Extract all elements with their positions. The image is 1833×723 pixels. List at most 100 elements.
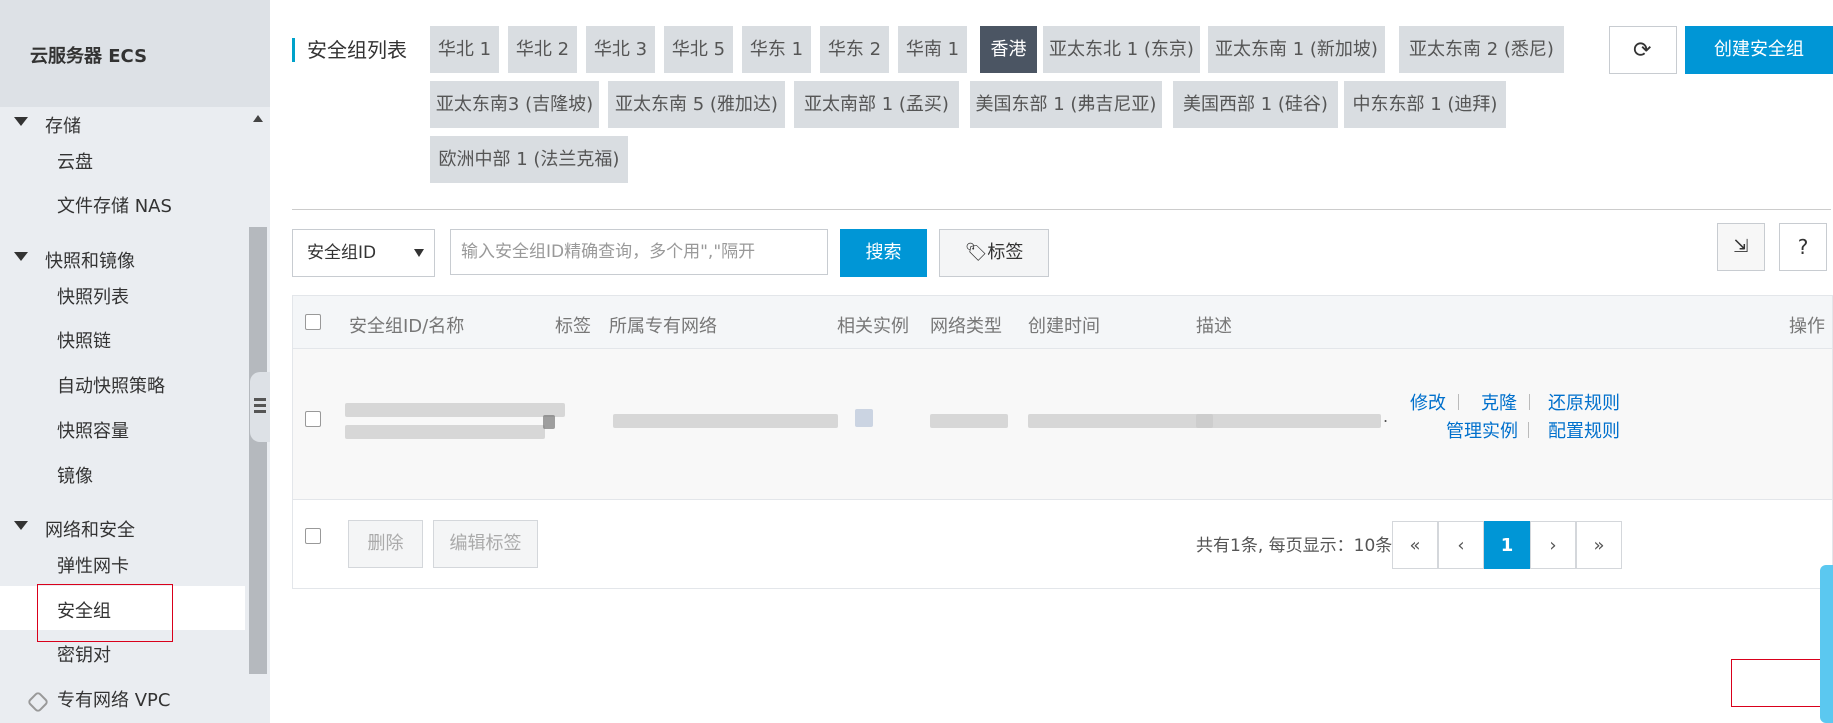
clone-link[interactable]: 克隆 [1481,389,1517,415]
region-tab[interactable]: 中东东部 1 (迪拜) [1344,81,1506,128]
sidebar-item-label: 自动快照策略 [57,376,165,397]
column-header: 相关实例 [837,316,909,337]
region-tab[interactable]: 华北 2 [508,26,577,73]
column-header: 描述 [1196,316,1232,337]
region-tab[interactable]: 华南 1 [898,26,967,73]
region-tab[interactable]: 美国西部 1 (硅谷) [1173,81,1338,128]
sidebar-item-label: 快照列表 [57,287,129,308]
redacted-created-time [1028,414,1213,428]
caret-down-icon [14,252,28,261]
sidebar-item-label: 专有网络 VPC [57,690,171,711]
sidebar-item-vpc[interactable]: 专有网络 VPC [0,675,245,719]
sidebar-item-label: 快照链 [57,331,111,352]
sidebar-item-snapshot-capacity[interactable]: 快照容量 [0,406,245,450]
tag-button[interactable]: 🏷标签 [939,229,1049,277]
security-group-table: 安全组ID/名称 标签 所属专有网络 相关实例 网络类型 创建时间 描述 操作 … [292,295,1833,707]
search-field-select[interactable]: 安全组ID [292,229,435,277]
table-header: 安全组ID/名称 标签 所属专有网络 相关实例 网络类型 创建时间 描述 操作 [293,296,1832,349]
region-tab[interactable]: 华东 1 [742,26,811,73]
region-tab[interactable]: 欧洲中部 1 (法兰克福) [430,136,628,183]
consult-float-button[interactable] [1820,565,1833,723]
sidebar-header: 云服务器 ECS [0,0,270,107]
highlight-box [37,584,173,642]
sidebar-item-snapshot-chain[interactable]: 快照链 [0,316,245,360]
create-security-group-button[interactable]: 创建安全组 [1685,26,1833,74]
region-tab[interactable]: 华北 1 [430,26,499,73]
search-input[interactable] [450,229,828,275]
tag-label: 标签 [987,242,1024,263]
sidebar-item-label: 密钥对 [57,645,111,666]
sidebar-item-label: 云盘 [57,152,93,173]
column-header: 标签 [555,316,591,337]
main-content: 安全组列表 华北 1 华北 2 华北 3 华北 5 华东 1 华东 2 华南 1… [270,0,1833,723]
manage-instances-link[interactable]: 管理实例 [1446,417,1518,443]
sidebar-item-auto-snapshot[interactable]: 自动快照策略 [0,361,245,405]
redacted-id [345,403,565,417]
next-page-button[interactable]: › [1530,521,1576,569]
select-all-checkbox[interactable] [305,314,321,330]
delete-button[interactable]: 删除 [348,520,423,568]
redacted-instances [855,409,873,427]
region-tab[interactable]: 亚太东南 2 (悉尼) [1399,26,1564,73]
region-tab[interactable]: 华北 5 [664,26,733,73]
sidebar-group-label: 快照和镜像 [45,251,135,272]
last-page-button[interactable]: » [1576,521,1622,569]
region-tab[interactable]: 亚太东南 1 (新加坡) [1208,26,1385,73]
region-tab[interactable]: 华北 3 [586,26,655,73]
column-header: 所属专有网络 [609,316,717,337]
page-button-current[interactable]: 1 [1484,521,1530,569]
sidebar-group-label: 存储 [45,116,81,137]
sidebar-item-image[interactable]: 镜像 [0,451,245,495]
select-value: 安全组ID [307,243,377,263]
link-icon [26,690,50,714]
export-button[interactable]: ⇲ [1717,223,1765,271]
search-button[interactable]: 搜索 [840,229,927,277]
caret-down-icon [14,117,28,126]
sidebar-item-label: 文件存储 NAS [57,196,172,217]
redacted-name [345,425,545,439]
export-icon: ⇲ [1733,236,1749,257]
sidebar-item-disk[interactable]: 云盘 [0,137,245,181]
prev-page-button[interactable]: ‹ [1438,521,1484,569]
restore-rules-link[interactable]: 还原规则 [1548,389,1620,415]
configure-rules-link[interactable]: 配置规则 [1548,417,1620,443]
sidebar-item-label: 快照容量 [57,421,129,442]
region-tab[interactable]: 亚太东北 1 (东京) [1043,26,1200,73]
scrollbar-thumb[interactable] [249,227,267,674]
modify-link[interactable]: 修改 [1410,389,1446,415]
separator [1528,422,1529,438]
edit-icon[interactable] [543,415,555,429]
region-tab[interactable]: 亚太东南 5 (雅加达) [608,81,785,128]
menu-icon [254,398,266,416]
help-button[interactable]: ? [1779,223,1827,271]
sidebar-item-eni[interactable]: 弹性网卡 [0,541,245,585]
separator [1458,394,1459,410]
column-header: 网络类型 [930,316,1002,337]
refresh-icon: ⟳ [1633,38,1652,63]
separator [1529,394,1530,410]
redacted-vpc [613,414,838,428]
row-checkbox[interactable] [305,411,321,427]
sidebar-item-nas[interactable]: 文件存储 NAS [0,181,245,225]
region-tab[interactable]: 亚太东南3 (吉隆坡) [430,81,599,128]
region-tab[interactable]: 华东 2 [820,26,889,73]
scroll-up-icon[interactable] [253,115,263,122]
sidebar: 云服务器 ECS 存储 云盘 文件存储 NAS 快照和镜像 快照列表 快照链 自… [0,0,270,723]
first-page-button[interactable]: « [1392,521,1438,569]
footer-checkbox[interactable] [305,528,321,544]
chevron-down-icon [414,249,424,257]
description-suffix: . [1383,407,1389,426]
region-tab[interactable]: 美国东部 1 (弗吉尼亚) [970,81,1162,128]
table-row: . 修改 克隆 还原规则 管理实例 配置规则 [293,349,1832,500]
edit-tags-button[interactable]: 编辑标签 [433,520,538,568]
column-header: 创建时间 [1028,316,1100,337]
region-tab-active[interactable]: 香港 [980,26,1037,73]
table-footer: 删除 编辑标签 共有1条, 每页显示：10条 « ‹ 1 › » [293,500,1832,588]
sidebar-item-label: 弹性网卡 [57,556,129,577]
region-tab[interactable]: 亚太南部 1 (孟买) [794,81,959,128]
sidebar-collapse-toggle[interactable] [250,372,270,442]
sidebar-item-snapshot-list[interactable]: 快照列表 [0,272,245,316]
divider [292,209,1831,210]
refresh-button[interactable]: ⟳ [1609,26,1677,74]
redacted-description [1196,414,1381,428]
